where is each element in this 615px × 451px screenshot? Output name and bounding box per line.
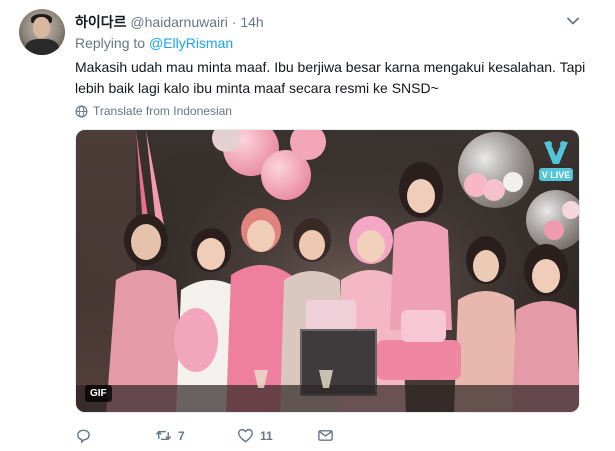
- gif-media[interactable]: V LIVE GIF: [75, 129, 580, 413]
- translate-link[interactable]: Translate from Indonesian: [75, 104, 232, 118]
- display-name[interactable]: 하이다르: [75, 14, 127, 30]
- replying-prefix: Replying to: [75, 35, 146, 51]
- caret-down-icon[interactable]: [566, 14, 580, 28]
- gif-badge: GIF: [85, 385, 112, 402]
- direct-message-action[interactable]: [317, 427, 334, 444]
- reply-action[interactable]: [75, 427, 155, 444]
- separator-dot: ·: [231, 14, 237, 30]
- reply-icon: [77, 429, 90, 443]
- message-icon: [318, 430, 333, 441]
- replying-mention-link[interactable]: @EllyRisman: [149, 35, 233, 51]
- replying-to-line: Replying to @EllyRisman: [75, 35, 233, 51]
- like-count: 11: [260, 428, 273, 443]
- retweet-count: 7: [178, 428, 185, 443]
- tweet-timestamp[interactable]: 14h: [240, 14, 263, 30]
- heart-icon: [237, 428, 254, 443]
- globe-icon: [75, 105, 88, 117]
- tweet-text: Makasih udah mau minta maaf. Ibu berjiwa…: [75, 59, 586, 96]
- avatar[interactable]: [19, 9, 65, 55]
- retweet-action[interactable]: 7: [155, 427, 237, 444]
- user-handle[interactable]: @haidarnuwairi: [130, 14, 227, 30]
- party-photo: [76, 130, 579, 412]
- translate-label: Translate from Indonesian: [93, 104, 232, 118]
- vlive-logo: V LIVE: [539, 141, 573, 181]
- tweet-actions: 7 11: [75, 427, 334, 444]
- like-action[interactable]: 11: [237, 427, 317, 444]
- tweet-header: 하이다르 @haidarnuwairi · 14h: [75, 12, 264, 32]
- vlive-label: V LIVE: [542, 170, 571, 180]
- retweet-icon: [155, 431, 172, 440]
